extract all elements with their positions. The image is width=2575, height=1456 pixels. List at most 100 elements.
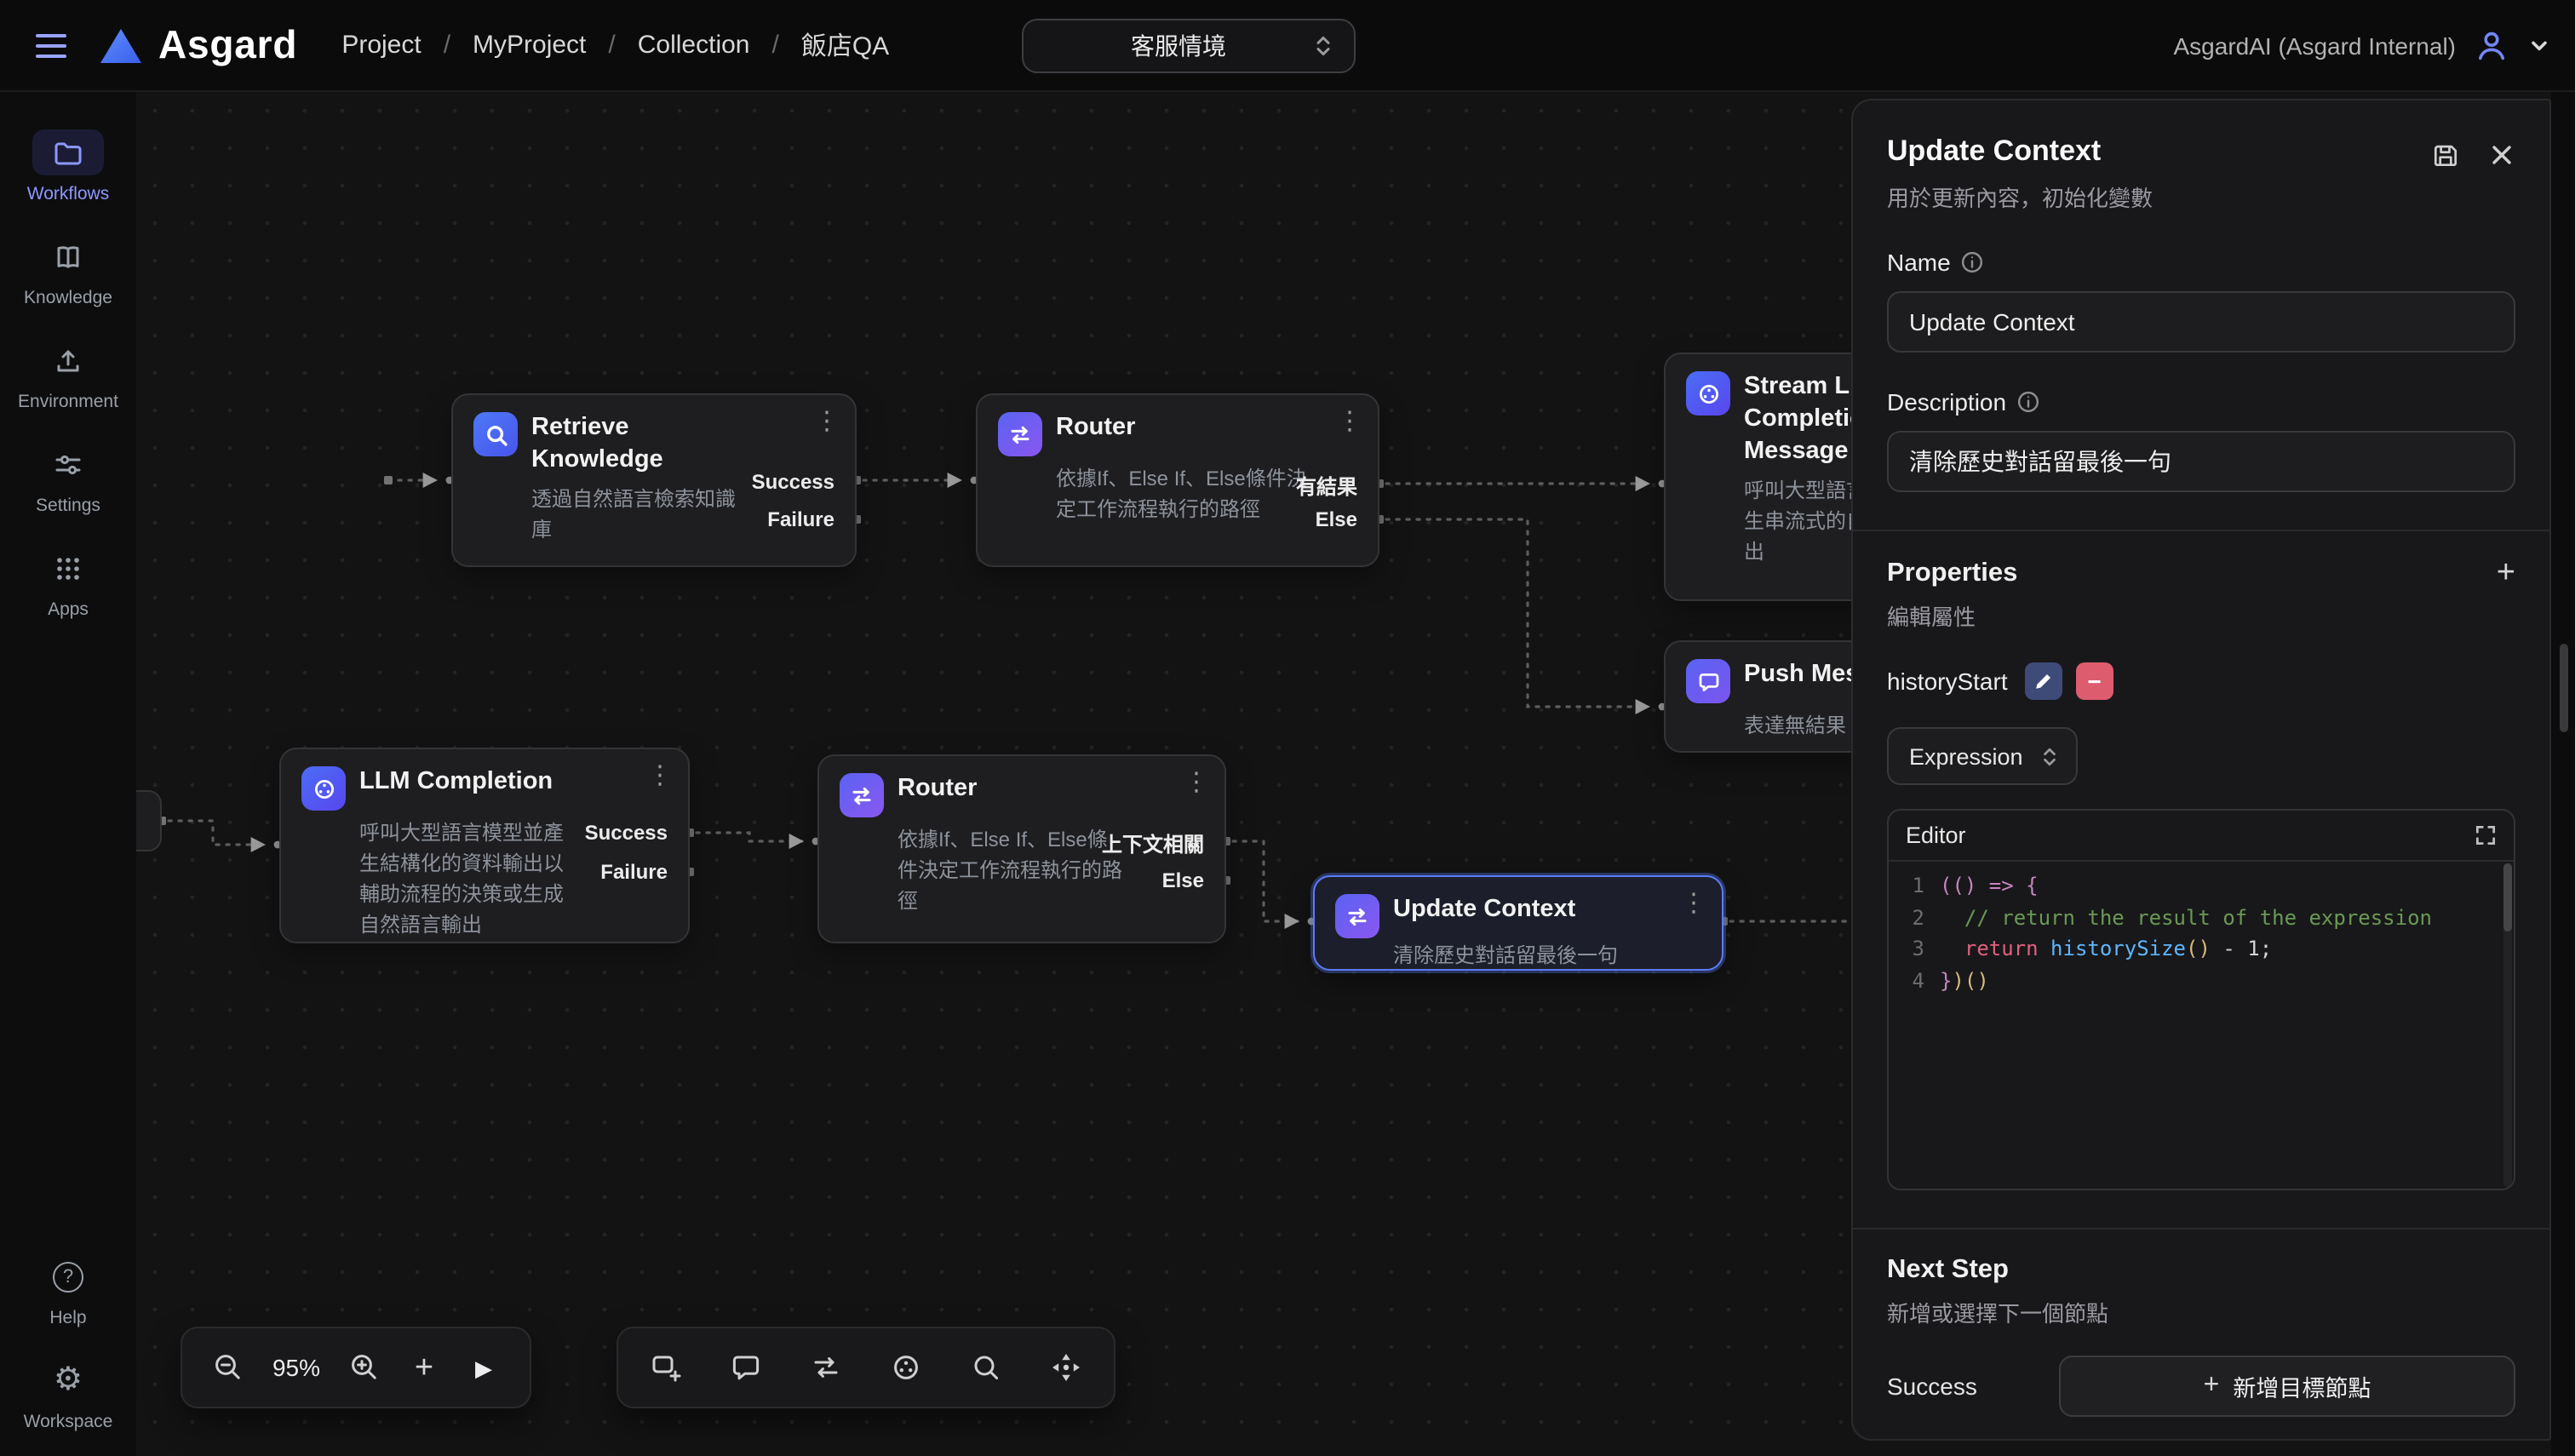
node-retrieve-knowledge[interactable]: Retrieve Knowledge ⋮ 透過自然語言檢索知識庫 Success… [451, 393, 857, 567]
node-description: 呼叫大型語言模型並產生結構化的資料輸出以輔助流程的決策或生成自然語言輸出 [359, 817, 567, 940]
node-title: Router [898, 773, 977, 805]
message-node-icon[interactable] [727, 1349, 765, 1386]
book-icon [32, 233, 104, 279]
canvas-zoom-toolbar: 95% + ▶ [181, 1327, 531, 1408]
close-icon[interactable] [2488, 141, 2515, 169]
panel-title: Update Context [1887, 135, 2153, 169]
sidebar: Workflows Knowledge Environment Settings… [0, 92, 136, 1456]
add-target-node-button[interactable]: + 新增目標節點 [2059, 1356, 2515, 1417]
gear-icon: ⚙ [32, 1357, 104, 1403]
llm-node-icon [301, 766, 346, 811]
run-workflow-icon[interactable]: ▶ [465, 1349, 502, 1386]
node-title: Update Context [1393, 894, 1575, 926]
sliders-icon [32, 441, 104, 487]
node-output-port[interactable]: Success [585, 821, 668, 845]
editor-scrollbar[interactable] [2503, 863, 2512, 1187]
hamburger-menu-icon[interactable] [27, 21, 75, 69]
node-router-bottom[interactable]: Router ⋮ 依據If、Else If、Else條件決定工作流程執行的路徑 … [817, 754, 1226, 943]
user-icon[interactable] [2471, 25, 2512, 66]
node-menu-icon[interactable]: ⋮ [814, 409, 840, 434]
node-output-port[interactable]: Else [1162, 868, 1204, 892]
editor-line-numbers: 1 2 3 4 [1889, 870, 1940, 996]
node-output-port[interactable]: Failure [600, 860, 668, 884]
info-icon [1961, 250, 1985, 274]
info-icon [2016, 390, 2040, 414]
sidebar-item-label: Workspace [24, 1412, 113, 1432]
zoom-out-icon[interactable] [209, 1349, 247, 1386]
description-label: Description [1887, 388, 2006, 416]
add-property-button[interactable]: + [2497, 557, 2515, 589]
code-line: // return the result of the expression [1940, 902, 2514, 933]
node-menu-icon[interactable]: ⋮ [1681, 891, 1706, 916]
add-button[interactable]: + [405, 1349, 443, 1386]
node-menu-icon[interactable]: ⋮ [1184, 770, 1209, 795]
node-update-context[interactable]: Update Context ⋮ 清除歷史對話留最後一句 [1313, 875, 1723, 971]
save-icon[interactable] [2430, 140, 2461, 170]
sidebar-item-settings[interactable]: Settings [32, 441, 104, 516]
node-output-port[interactable]: Else [1316, 507, 1357, 531]
add-target-node-label: 新增目標節點 [2233, 1369, 2371, 1403]
next-step-title: Next Step [1887, 1255, 2009, 1286]
breadcrumb-project[interactable]: Project [341, 31, 421, 60]
asgard-workflow-editor: Asgard Project / MyProject / Collection … [0, 0, 2575, 1456]
llm-node-icon[interactable] [887, 1349, 925, 1386]
node-offscreen-fragment[interactable] [136, 790, 162, 851]
router-node-icon [840, 773, 884, 817]
expand-editor-icon[interactable] [2475, 824, 2497, 846]
retrieve-node-icon[interactable] [967, 1349, 1005, 1386]
sidebar-item-knowledge[interactable]: Knowledge [24, 233, 112, 308]
message-node-icon [1686, 659, 1730, 703]
router-node-icon[interactable] [807, 1349, 845, 1386]
folder-icon [32, 129, 104, 175]
node-menu-icon[interactable]: ⋮ [647, 763, 673, 788]
breadcrumb: Project / MyProject / Collection / 飯店QA [341, 27, 889, 63]
sidebar-item-workspace[interactable]: ⚙ Workspace [24, 1357, 113, 1432]
sidebar-item-label: Apps [48, 599, 89, 620]
node-output-port[interactable]: Failure [767, 507, 834, 531]
sidebar-item-label: Environment [18, 392, 118, 412]
node-inspector-panel: Update Context 用於更新內容，初始化變數 Name Descrip… [1851, 99, 2551, 1441]
sidebar-item-apps[interactable]: Apps [32, 545, 104, 620]
property-row: historyStart − [1887, 662, 2515, 700]
logo-triangle-icon [99, 25, 143, 66]
breadcrumb-separator: / [772, 31, 779, 60]
node-output-port[interactable]: 上下文相關 [1102, 829, 1204, 858]
node-output-port[interactable]: 有結果 [1296, 472, 1357, 501]
page-scrollbar-thumb[interactable] [2560, 644, 2568, 732]
node-title: Router [1056, 412, 1135, 444]
sidebar-item-environment[interactable]: Environment [18, 337, 118, 412]
account-label: AsgardAI (Asgard Internal) [2174, 32, 2457, 59]
breadcrumb-current[interactable]: 飯店QA [801, 27, 889, 63]
expression-editor[interactable]: Editor 1 2 3 4 (() => { // return the re… [1887, 809, 2515, 1190]
account-chevron-down-icon[interactable] [2527, 33, 2551, 57]
sidebar-item-label: Knowledge [24, 288, 112, 308]
editor-code[interactable]: (() => { // return the result of the exp… [1940, 870, 2514, 996]
property-type-select[interactable]: Expression [1887, 727, 2078, 785]
zoom-in-icon[interactable] [346, 1349, 383, 1386]
divider [1853, 530, 2549, 531]
pan-tool-icon[interactable] [1047, 1349, 1085, 1386]
logo-text: Asgard [158, 22, 297, 68]
node-llm-completion[interactable]: LLM Completion ⋮ 呼叫大型語言模型並產生結構化的資料輸出以輔助流… [279, 748, 690, 943]
property-type-value: Expression [1909, 743, 2023, 769]
node-menu-icon[interactable]: ⋮ [1337, 409, 1362, 434]
zoom-level: 95% [269, 1354, 324, 1381]
page-scrollbar [2551, 92, 2575, 1456]
help-icon: ? [32, 1253, 104, 1299]
breadcrumb-myproject[interactable]: MyProject [473, 31, 586, 60]
remove-property-button[interactable]: − [2076, 662, 2113, 700]
breadcrumb-collection[interactable]: Collection [638, 31, 750, 60]
node-router-top[interactable]: Router ⋮ 依據If、Else If、Else條件決定工作流程執行的路徑 … [976, 393, 1379, 567]
node-description: 依據If、Else If、Else條件決定工作流程執行的路徑 [1056, 463, 1318, 525]
node-output-port[interactable]: Success [752, 470, 834, 494]
name-input[interactable] [1887, 291, 2515, 353]
description-input[interactable] [1887, 431, 2515, 492]
sidebar-item-workflows[interactable]: Workflows [27, 129, 109, 204]
node-description: 依據If、Else If、Else條件決定工作流程執行的路徑 [898, 824, 1126, 916]
edit-property-button[interactable] [2025, 662, 2062, 700]
plus-icon: + [2204, 1373, 2220, 1400]
sidebar-item-help[interactable]: ? Help [32, 1253, 104, 1328]
update-context-node-icon [1335, 894, 1379, 938]
add-node-icon[interactable] [647, 1349, 685, 1386]
scenario-select[interactable]: 客服情境 [1022, 19, 1356, 73]
